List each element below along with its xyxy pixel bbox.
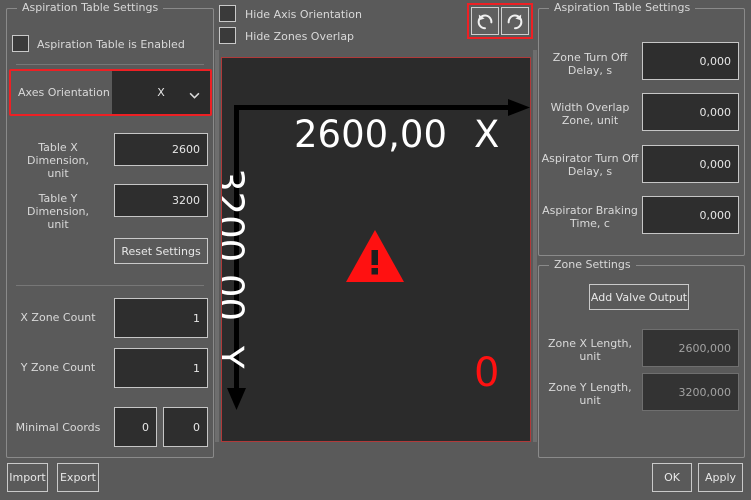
x-zone-count-value: 1: [193, 311, 200, 325]
zone-x-length-value: 2600,000: [678, 341, 732, 355]
canvas-x-axis-label: X: [474, 113, 500, 156]
canvas-left-divider: [215, 50, 219, 442]
warning-triangle-icon: [346, 230, 404, 282]
left-separator-bottom: [16, 285, 204, 286]
y-zone-count-input[interactable]: 1: [114, 348, 208, 388]
export-button[interactable]: Export: [57, 463, 99, 492]
zone-x-length-label-line1: Zone X Length,: [548, 337, 632, 350]
x-zone-count-input[interactable]: 1: [114, 298, 208, 338]
aspirator-braking-time-label-line1: Aspirator Braking: [542, 204, 638, 217]
ok-label: OK: [664, 471, 680, 484]
aspiration-table-enabled-checkbox[interactable]: [12, 35, 29, 52]
import-label: Import: [9, 471, 46, 484]
x-axis-line: [234, 105, 512, 110]
x-zone-count-label: X Zone Count: [20, 311, 96, 324]
rotate-counterclockwise-button[interactable]: [471, 7, 499, 35]
aspirator-turn-off-delay-label-line1: Aspirator Turn Off: [541, 152, 639, 165]
reset-settings-label: Reset Settings: [121, 244, 201, 258]
zone-turn-off-delay-label: Zone Turn Off Delay, s: [540, 51, 640, 77]
right-aspiration-group-title: Aspiration Table Settings: [549, 1, 696, 15]
table-y-dimension-value: 3200: [172, 194, 200, 207]
rotate-clockwise-icon: [507, 14, 523, 30]
zone-y-length-value: 3200,000: [678, 385, 732, 399]
reset-settings-button[interactable]: Reset Settings: [114, 238, 208, 264]
add-valve-output-button[interactable]: Add Valve Output: [589, 284, 689, 310]
canvas-x-dimension-text: 2600,00: [294, 113, 448, 156]
table-x-dimension-label: Table X Dimension, unit: [6, 141, 110, 180]
left-separator-top: [16, 64, 204, 65]
canvas-zone-number: 0: [474, 350, 500, 396]
aspirator-turn-off-delay-label-line2: Delay, s: [567, 165, 613, 178]
chevron-down-icon: [189, 90, 200, 99]
zone-y-length-input[interactable]: 3200,000: [642, 373, 739, 411]
aspirator-braking-time-value: 0,000: [699, 208, 732, 222]
aspirator-braking-time-label: Aspirator Braking Time, c: [538, 204, 642, 230]
table-x-dimension-input[interactable]: 2600: [114, 133, 208, 166]
zone-turn-off-delay-value: 0,000: [699, 54, 732, 68]
y-zone-count-label: Y Zone Count: [20, 361, 96, 374]
rotate-buttons-group: [467, 3, 533, 39]
axes-orientation-combo[interactable]: X: [112, 71, 210, 114]
apply-label: Apply: [704, 471, 737, 484]
export-label: Export: [59, 471, 96, 484]
zone-x-length-label: Zone X Length, unit: [538, 337, 642, 363]
aspirator-turn-off-delay-label: Aspirator Turn Off Delay, s: [538, 152, 642, 178]
aspiration-table-canvas[interactable]: 2600,00 X 3200,00 Y 0: [221, 57, 531, 442]
zone-turn-off-delay-input[interactable]: 0,000: [642, 42, 739, 80]
zone-y-length-label-line2: unit: [579, 394, 601, 407]
table-y-dimension-label-line2: unit: [47, 218, 69, 231]
rotate-clockwise-button[interactable]: [501, 7, 529, 35]
apply-button[interactable]: Apply: [698, 463, 743, 492]
hide-axis-orientation-label: Hide Axis Orientation: [245, 8, 362, 21]
zone-x-length-label-line2: unit: [579, 350, 601, 363]
hide-zones-overlap-label: Hide Zones Overlap: [245, 30, 355, 43]
aspirator-braking-time-input[interactable]: 0,000: [642, 196, 739, 234]
minimal-coords-label: Minimal Coords: [15, 421, 101, 434]
hide-zones-overlap-checkbox[interactable]: [219, 27, 236, 44]
aspiration-table-enabled-label: Aspiration Table is Enabled: [37, 38, 185, 51]
dialog-root: Aspiration Table Settings Aspiration Tab…: [0, 0, 751, 500]
aspirator-turn-off-delay-input[interactable]: 0,000: [642, 145, 739, 183]
aspirator-turn-off-delay-value: 0,000: [699, 157, 732, 171]
axes-orientation-label: Axes Orientation: [18, 86, 110, 99]
ok-button[interactable]: OK: [652, 463, 692, 492]
minimal-coords-x-input[interactable]: 0: [114, 407, 157, 447]
left-group-title: Aspiration Table Settings: [17, 1, 164, 15]
zone-turn-off-delay-label-line2: Delay, s: [567, 64, 613, 77]
zone-y-length-label-line1: Zone Y Length,: [548, 381, 632, 394]
aspirator-braking-time-label-line2: Time, c: [570, 217, 610, 230]
y-zone-count-value: 1: [193, 361, 200, 375]
width-overlap-zone-label: Width Overlap Zone, unit: [540, 101, 640, 127]
canvas-y-dimension-text: 3200,00: [221, 168, 251, 322]
table-x-dimension-label-line2: unit: [47, 167, 69, 180]
zone-settings-group-title: Zone Settings: [549, 258, 636, 272]
table-x-dimension-value: 2600: [172, 143, 200, 156]
zone-turn-off-delay-label-line1: Zone Turn Off: [552, 51, 628, 64]
axes-orientation-value: X: [157, 86, 165, 99]
table-y-dimension-label: Table Y Dimension, unit: [6, 192, 110, 231]
rotate-counterclockwise-icon: [477, 14, 493, 30]
minimal-coords-y-input[interactable]: 0: [163, 407, 208, 447]
table-y-dimension-input[interactable]: 3200: [114, 184, 208, 217]
y-axis-arrow-icon: [227, 388, 246, 410]
zone-x-length-input[interactable]: 2600,000: [642, 329, 739, 367]
canvas-y-axis-label: Y: [222, 346, 251, 369]
minimal-coords-y-value: 0: [193, 420, 200, 434]
width-overlap-zone-label-line1: Width Overlap: [550, 101, 630, 114]
table-y-dimension-label-line1: Table Y Dimension,: [27, 192, 89, 218]
width-overlap-zone-input[interactable]: 0,000: [642, 93, 739, 131]
canvas-right-divider: [533, 50, 537, 442]
x-axis-arrow-icon: [508, 99, 530, 116]
hide-axis-orientation-checkbox[interactable]: [219, 5, 236, 22]
import-button[interactable]: Import: [7, 463, 48, 492]
zone-y-length-label: Zone Y Length, unit: [538, 381, 642, 407]
width-overlap-zone-value: 0,000: [699, 105, 732, 119]
table-x-dimension-label-line1: Table X Dimension,: [27, 141, 89, 167]
minimal-coords-x-value: 0: [142, 420, 149, 434]
add-valve-output-label: Add Valve Output: [590, 290, 688, 304]
width-overlap-zone-label-line2: Zone, unit: [561, 114, 619, 127]
